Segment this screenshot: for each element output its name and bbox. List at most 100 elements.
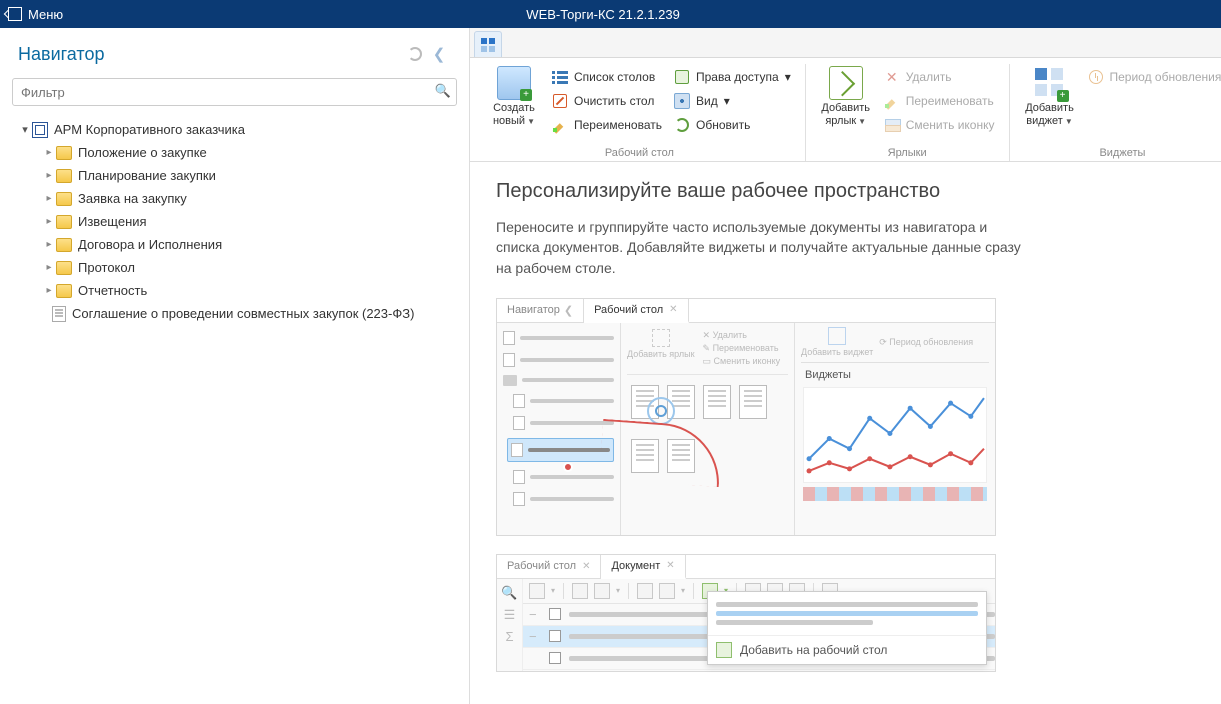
- caret-right-icon[interactable]: [42, 216, 56, 227]
- drag-origin-icon: [563, 462, 573, 472]
- illus-tab-desktop: Рабочий стол✕: [584, 299, 688, 323]
- rename-icon: [884, 93, 900, 109]
- filter-icon: ☰: [504, 607, 516, 623]
- caret-right-icon[interactable]: [42, 239, 56, 250]
- tree-root[interactable]: АРМ Корпоративного заказчика: [4, 118, 465, 141]
- tree-item[interactable]: Протокол: [4, 256, 465, 279]
- widget-icon: [1033, 66, 1067, 100]
- tree-leaf[interactable]: Соглашение о проведении совместных закуп…: [4, 302, 465, 325]
- tree-item[interactable]: Отчетность: [4, 279, 465, 302]
- illustration-document-context: Рабочий стол✕ Документ✕ 🔍 ☰ Σ ▾: [496, 554, 996, 672]
- rename-shortcut-button: Переименовать: [880, 90, 999, 112]
- navigator-title: Навигатор: [18, 44, 403, 65]
- delete-icon: [884, 69, 900, 85]
- swap-icon: [884, 117, 900, 133]
- tree-item-label: Положение о закупке: [78, 145, 207, 160]
- caret-right-icon[interactable]: [42, 147, 56, 158]
- dropdown-caret-icon: ▼: [858, 117, 866, 126]
- collapse-button[interactable]: ❮: [427, 42, 451, 66]
- dropdown-caret-icon: ▾: [724, 94, 730, 108]
- illustration-navigator-to-desktop: Навигатор❮ Рабочий стол✕: [496, 298, 996, 536]
- refresh-desktop-button[interactable]: Обновить: [670, 114, 795, 136]
- tree-item-label: Отчетность: [78, 283, 147, 298]
- menu-icon: [8, 7, 22, 21]
- refresh-icon: [408, 47, 422, 61]
- tree-item[interactable]: Договора и Исполнения: [4, 233, 465, 256]
- ribbon-group-title: Рабочий стол: [605, 143, 674, 159]
- caret-right-icon[interactable]: [42, 193, 56, 204]
- folder-icon: [56, 238, 72, 252]
- tree-item[interactable]: Извещения: [4, 210, 465, 233]
- workspace: Персонализируйте ваше рабочее пространст…: [470, 162, 1221, 704]
- rename-icon: [552, 117, 568, 133]
- filter-input[interactable]: [12, 78, 457, 106]
- content-tabstrip: [470, 28, 1221, 58]
- tree-item[interactable]: Планирование закупки: [4, 164, 465, 187]
- caret-down-icon[interactable]: [18, 123, 32, 136]
- tree-item-label: Заявка на закупку: [78, 191, 187, 206]
- folder-icon: [56, 284, 72, 298]
- list-icon: [552, 69, 568, 85]
- tree-item[interactable]: Положение о закупке: [4, 141, 465, 164]
- tree-item-label: Планирование закупки: [78, 168, 216, 183]
- context-add-to-desktop[interactable]: Добавить на рабочий стол: [708, 636, 986, 664]
- tree-item-label: Извещения: [78, 214, 147, 229]
- desktop-list-button[interactable]: Список столов: [548, 66, 666, 88]
- tree-item-label: Протокол: [78, 260, 135, 275]
- access-rights-button[interactable]: Права доступа▾: [670, 66, 795, 88]
- dropdown-caret-icon: ▾: [785, 70, 791, 84]
- illus-tab-desktop: Рабочий стол✕: [497, 555, 601, 578]
- add-to-desktop-icon: [716, 642, 732, 658]
- tree-leaf-label: Соглашение о проведении совместных закуп…: [72, 306, 414, 321]
- create-desktop-button[interactable]: Создать новый▼: [484, 64, 544, 130]
- navigator-tree: АРМ Корпоративного заказчика Положение о…: [0, 116, 469, 327]
- context-menu: Добавить на рабочий стол: [707, 591, 987, 665]
- change-icon-button: Сменить иконку: [880, 114, 999, 136]
- ribbon: Создать новый▼ Список столов Очистить ст…: [470, 58, 1221, 162]
- illus-gutter: 🔍 ☰ Σ: [497, 579, 523, 671]
- refresh-button[interactable]: [403, 42, 427, 66]
- add-shortcut-button[interactable]: Добавить ярлык▼: [816, 64, 876, 130]
- rename-desktop-button[interactable]: Переименовать: [548, 114, 666, 136]
- ribbon-group-widgets: Добавить виджет▼ Период обновления Видже…: [1010, 64, 1221, 161]
- desktop-grid-icon: [481, 38, 495, 52]
- tree-item[interactable]: Заявка на закупку: [4, 187, 465, 210]
- folder-icon: [56, 192, 72, 206]
- refresh-icon: [674, 117, 690, 133]
- refresh-period-button: Период обновления: [1084, 66, 1221, 88]
- sigma-icon: Σ: [505, 629, 513, 644]
- caret-right-icon[interactable]: [42, 262, 56, 273]
- content-area: Создать новый▼ Список столов Очистить ст…: [470, 28, 1221, 704]
- tree-item-label: Договора и Исполнения: [78, 237, 222, 252]
- caret-right-icon[interactable]: [42, 285, 56, 296]
- workspace-title: Персонализируйте ваше рабочее пространст…: [496, 180, 1195, 203]
- app-title: WEB-Торги-КС 21.2.1.239: [0, 7, 1213, 22]
- clock-icon: [1088, 69, 1104, 85]
- folder-icon: [56, 215, 72, 229]
- chevron-left-icon: ❮: [433, 45, 446, 63]
- add-widget-button[interactable]: Добавить виджет▼: [1020, 64, 1080, 130]
- filter-input-wrap: 🔍: [12, 78, 457, 106]
- close-icon: ✕: [669, 304, 677, 315]
- illus-line-chart: [803, 387, 987, 483]
- delete-shortcut-button: Удалить: [880, 66, 999, 88]
- dropdown-caret-icon: ▼: [1065, 117, 1073, 126]
- ribbon-group-title: Ярлыки: [888, 143, 927, 159]
- workspace-description: Переносите и группируйте часто используе…: [496, 217, 1026, 278]
- view-button[interactable]: Вид▾: [670, 90, 795, 112]
- search-icon[interactable]: 🔍: [435, 83, 451, 99]
- search-icon: 🔍: [501, 585, 517, 601]
- illus-tab-document: Документ✕: [601, 555, 685, 579]
- illus-tab-nav: Навигатор❮: [497, 299, 584, 322]
- drop-target-icon: [647, 397, 675, 425]
- access-icon: [674, 69, 690, 85]
- app-node-icon: [32, 122, 48, 138]
- shortcut-icon: [829, 66, 863, 100]
- desktop-tab[interactable]: [474, 31, 502, 57]
- ribbon-group-title: Виджеты: [1099, 143, 1145, 159]
- clear-desktop-button[interactable]: Очистить стол: [548, 90, 666, 112]
- illus-widgets: Добавить виджет ⟳ Период обновления Видж…: [795, 323, 995, 535]
- create-icon: [497, 66, 531, 100]
- caret-right-icon[interactable]: [42, 170, 56, 181]
- tree-root-label: АРМ Корпоративного заказчика: [54, 122, 245, 137]
